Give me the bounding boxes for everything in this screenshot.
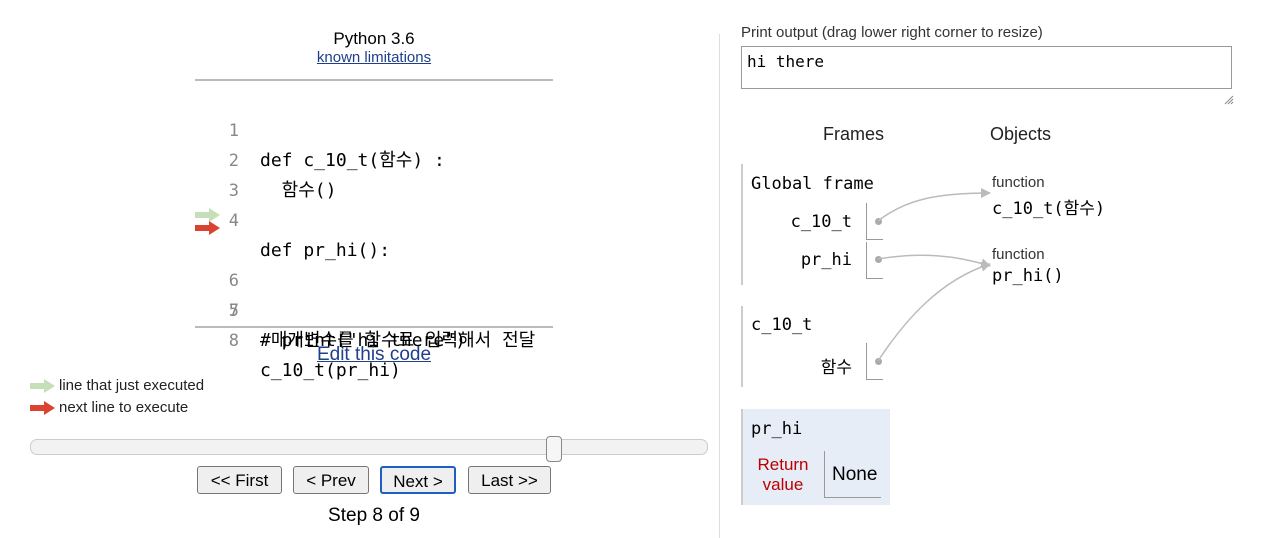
pointer-arrow-prhi [877,254,991,269]
pointer-arrow-hamsu [877,261,991,362]
pointer-arrows [877,188,991,362]
pointer-arrow-c10t [877,188,991,222]
